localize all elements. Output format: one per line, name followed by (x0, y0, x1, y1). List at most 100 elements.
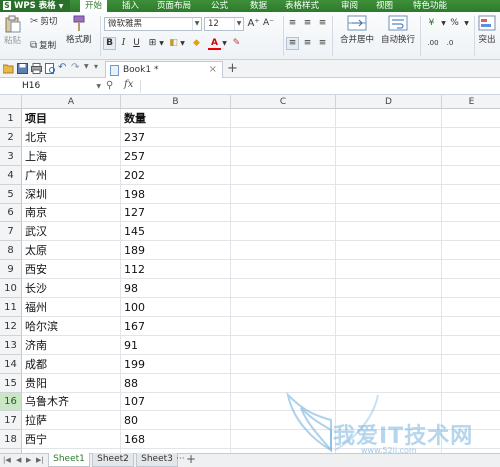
cell-empty[interactable] (336, 222, 442, 241)
cell-empty[interactable] (336, 204, 442, 222)
row-header[interactable]: 17 (0, 411, 22, 430)
align-middle-icon[interactable]: ≡ (301, 17, 314, 30)
cell-empty[interactable] (231, 374, 336, 393)
cell-empty[interactable] (231, 279, 336, 298)
cell-empty[interactable] (231, 298, 336, 317)
cell-item[interactable]: 长沙 (22, 279, 121, 298)
font-name-select[interactable]: 微软雅黑 ▼ (104, 17, 202, 31)
cell-empty[interactable] (336, 355, 442, 374)
next-sheet-icon[interactable]: ▶ (26, 456, 31, 464)
chevron-down-icon[interactable]: ▼ (176, 37, 189, 50)
row-header[interactable]: 13 (0, 336, 22, 355)
cell-empty[interactable] (442, 185, 500, 204)
cell-empty[interactable] (336, 298, 442, 317)
more-sheets-button[interactable]: ··· (176, 454, 185, 464)
first-sheet-icon[interactable]: |◀ (3, 456, 11, 464)
cell-quantity[interactable]: 189 (121, 241, 231, 260)
cell-empty[interactable] (336, 336, 442, 355)
zoom-search-icon[interactable]: ⚲ (106, 80, 113, 91)
app-menu-button[interactable]: S WPS 表格 ▼ (0, 0, 70, 12)
cell-empty[interactable] (231, 393, 336, 411)
menu-item[interactable]: 公式 (206, 0, 233, 12)
cell-item[interactable]: 拉萨 (22, 411, 121, 430)
column-header[interactable]: B (121, 95, 231, 109)
cell-empty[interactable] (442, 355, 500, 374)
align-left-icon[interactable]: ≡ (286, 37, 299, 50)
cell-empty[interactable] (442, 336, 500, 355)
underline-button[interactable]: U (130, 37, 143, 50)
cell-empty[interactable] (231, 166, 336, 185)
cell-quantity[interactable]: 数量 (121, 109, 231, 128)
cell-empty[interactable] (336, 317, 442, 336)
clear-format-icon[interactable]: ✎ (230, 37, 243, 50)
column-header[interactable]: D (336, 95, 442, 109)
cell-quantity[interactable]: 107 (121, 393, 231, 411)
cell-empty[interactable] (442, 298, 500, 317)
cell-empty[interactable] (442, 317, 500, 336)
row-header[interactable]: 7 (0, 222, 22, 241)
cell-empty[interactable] (231, 355, 336, 374)
cell-quantity[interactable]: 80 (121, 411, 231, 430)
format-painter-button[interactable]: 格式刷 (66, 15, 92, 45)
formula-input[interactable] (140, 80, 496, 93)
cell-empty[interactable] (336, 279, 442, 298)
undo-icon[interactable]: ↶ (58, 62, 69, 73)
row-header[interactable]: 15 (0, 374, 22, 393)
cell-item[interactable]: 南京 (22, 204, 121, 222)
row-header[interactable]: 6 (0, 204, 22, 222)
sheet-tab[interactable]: Sheet2 (92, 453, 134, 467)
align-center-icon[interactable]: ≡ (301, 37, 314, 50)
cell-item[interactable]: 太原 (22, 241, 121, 260)
cell-empty[interactable] (231, 260, 336, 279)
cell-empty[interactable] (336, 374, 442, 393)
cell-empty[interactable] (231, 411, 336, 430)
decrease-decimal-button[interactable]: .0 (443, 37, 457, 50)
cell-quantity[interactable]: 168 (121, 430, 231, 449)
row-header[interactable]: 16 (0, 393, 22, 411)
cell-quantity[interactable]: 98 (121, 279, 231, 298)
menu-item[interactable]: 视图 (371, 0, 398, 12)
merge-center-button[interactable]: 合并居中 (340, 15, 374, 45)
insert-function-button[interactable]: fx (124, 79, 133, 90)
print-icon[interactable] (31, 63, 42, 74)
open-folder-icon[interactable] (3, 63, 14, 74)
row-header[interactable]: 11 (0, 298, 22, 317)
cell-empty[interactable] (442, 222, 500, 241)
row-header[interactable]: 14 (0, 355, 22, 374)
cell-quantity[interactable]: 100 (121, 298, 231, 317)
cell-item[interactable]: 福州 (22, 298, 121, 317)
cell-quantity[interactable]: 91 (121, 336, 231, 355)
prev-sheet-icon[interactable]: ◀ (16, 456, 21, 464)
cell-empty[interactable] (442, 279, 500, 298)
menu-item[interactable]: 审阅 (336, 0, 363, 12)
increase-font-button[interactable]: A⁺ (247, 17, 260, 30)
sheet-tab[interactable]: Sheet1 (48, 453, 90, 467)
cell-empty[interactable] (231, 109, 336, 128)
cell-quantity[interactable]: 198 (121, 185, 231, 204)
cell-item[interactable]: 上海 (22, 147, 121, 166)
cell-empty[interactable] (442, 147, 500, 166)
cell-empty[interactable] (231, 317, 336, 336)
decrease-font-button[interactable]: A⁻ (262, 17, 275, 30)
cut-button[interactable]: ✂ 剪切 (30, 15, 57, 28)
close-icon[interactable]: × (209, 62, 217, 78)
cell-quantity[interactable]: 167 (121, 317, 231, 336)
column-header[interactable]: C (231, 95, 336, 109)
cell-item[interactable]: 项目 (22, 109, 121, 128)
cell-empty[interactable] (231, 185, 336, 204)
cell-quantity[interactable]: 199 (121, 355, 231, 374)
align-right-icon[interactable]: ≡ (316, 37, 329, 50)
cell-empty[interactable] (336, 166, 442, 185)
cell-item[interactable]: 西宁 (22, 430, 121, 449)
cell-empty[interactable] (231, 204, 336, 222)
cell-quantity[interactable]: 237 (121, 128, 231, 147)
menu-item[interactable]: 表格样式 (280, 0, 324, 12)
document-tab[interactable]: Book1 * × (105, 61, 223, 78)
cell-empty[interactable] (231, 147, 336, 166)
print-preview-icon[interactable] (45, 63, 56, 74)
cell-empty[interactable] (231, 128, 336, 147)
name-box[interactable]: H16 ▼ (22, 80, 101, 93)
align-bottom-icon[interactable]: ≡ (316, 17, 329, 30)
bold-button[interactable]: B (103, 37, 116, 50)
cell-empty[interactable] (442, 166, 500, 185)
